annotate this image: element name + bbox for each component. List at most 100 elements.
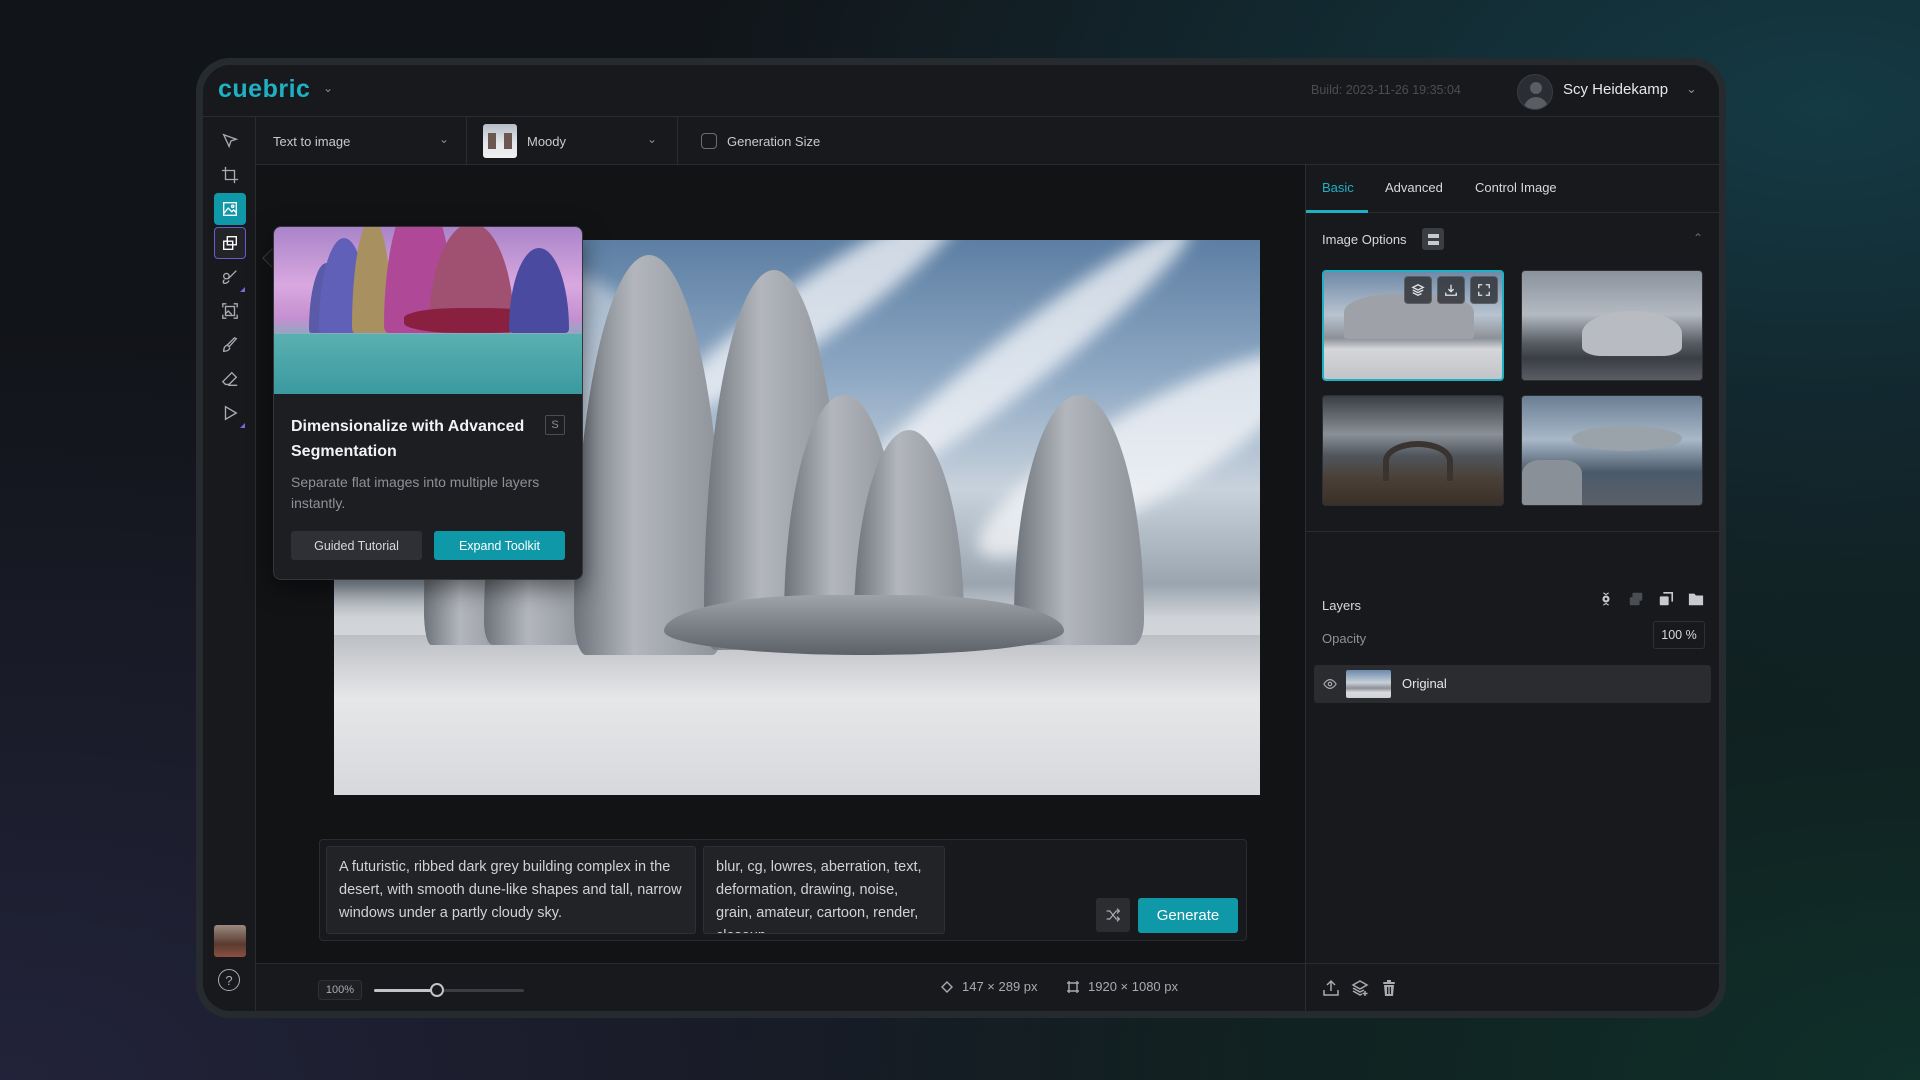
avatar[interactable] [1517,74,1553,110]
positive-prompt-input[interactable]: A futuristic, ribbed dark grey building … [326,846,696,934]
tool-select[interactable] [214,125,246,157]
zoom-slider[interactable] [374,983,524,997]
tool-inpaint[interactable] [214,261,246,293]
app-logo[interactable]: cuebric [218,75,310,104]
mode-dropdown[interactable]: Text to image ⌄ [256,117,467,165]
eye-icon[interactable] [1322,677,1338,691]
layer-name: Original [1402,676,1447,691]
tab-advanced[interactable]: Advanced [1385,180,1443,195]
zoom-level[interactable]: 100% [318,980,362,1000]
shortcut-key-badge: S [545,415,565,435]
gallery-image[interactable] [1521,395,1703,506]
chevron-down-icon: ⌄ [647,132,658,146]
gallery-actions [1404,276,1498,304]
opacity-label: Opacity [1322,631,1367,646]
popover-description: Separate flat images into multiple layer… [291,474,540,511]
project-thumbnail[interactable] [214,925,246,957]
add-layer-button[interactable] [1350,978,1370,998]
download-button[interactable] [1437,276,1465,304]
export-button[interactable] [1321,978,1341,998]
gallery-image[interactable] [1521,270,1703,381]
mode-value: Text to image [273,133,351,149]
popover-title: Dimensionalize with Advanced Segmentatio… [291,418,525,460]
generation-size-label: Generation Size [727,133,821,149]
add-to-layers-button[interactable] [1404,276,1432,304]
panel-footer [1306,963,1719,1011]
layer-isolate-button[interactable] [1597,590,1615,608]
style-thumbnail [483,124,517,158]
gallery-image[interactable] [1322,395,1504,506]
tool-rail: ? [203,117,256,1011]
layers-copy-icon [223,236,237,250]
trash-icon [1383,980,1395,996]
generation-size-checkbox[interactable] [701,133,717,149]
tool-generate-image[interactable] [214,193,246,225]
cursor-arrow-icon [222,133,239,149]
negative-prompt-input[interactable]: blur, cg, lowres, aberration, text, defo… [703,846,945,934]
layer-group-button[interactable] [1687,590,1705,608]
selection-diamond-icon [941,980,953,993]
image-generate-icon [223,202,237,216]
delete-layer-button[interactable] [1379,978,1399,998]
image-options-title: Image Options [1322,232,1407,247]
artboard-icon [1067,980,1079,993]
layers-add-icon [1411,284,1425,296]
tool-outpaint[interactable] [214,295,246,327]
list-view-toggle[interactable] [1422,228,1444,250]
opacity-input[interactable]: 100 % [1653,621,1705,649]
build-info: Build: 2023-11-26 19:35:04 [1311,83,1461,97]
tool-segmentation[interactable] [214,227,246,259]
expand-toolkit-button[interactable]: Expand Toolkit [434,531,565,560]
eraser-icon [221,371,238,386]
layer-actions [1597,590,1705,608]
active-tab-indicator [1306,210,1368,213]
canvas-size: 1920 × 1080 px [1066,979,1178,994]
layer-thumbnail [1346,670,1391,698]
header: cuebric ⌄ Build: 2023-11-26 19:35:04 Scy… [203,65,1719,117]
chevron-down-icon[interactable]: ⌄ [1686,81,1697,97]
generation-size-toggle[interactable]: Generation Size [678,117,820,165]
folder-icon [1688,593,1704,606]
canvas-size-value: 1920 × 1080 px [1088,979,1178,994]
segmentation-popover: Dimensionalize with Advanced Segmentatio… [273,226,583,580]
fullscreen-button[interactable] [1470,276,1498,304]
selection-size-value: 147 × 289 px [962,979,1038,994]
tab-basic[interactable]: Basic [1322,180,1354,195]
gallery-image[interactable] [1322,270,1504,381]
duplicate-icon [1659,591,1674,606]
status-bar: 100% 147 × 289 px 1920 × 1080 px [256,963,1305,1011]
tool-brush[interactable] [214,329,246,361]
zoom-slider-handle[interactable] [430,983,444,997]
chevron-down-icon[interactable]: ⌄ [323,81,333,95]
tool-crop[interactable] [214,159,246,191]
selection-size: 147 × 289 px [940,979,1038,994]
generate-button[interactable]: Generate [1138,898,1238,933]
canvas-area[interactable]: Dimensionalize with Advanced Segmentatio… [256,165,1305,963]
layers-title: Layers [1322,598,1362,613]
shuffle-button[interactable] [1096,898,1130,932]
help-icon[interactable]: ? [218,969,240,991]
submenu-indicator [240,423,245,428]
guided-tutorial-button[interactable]: Guided Tutorial [291,531,422,560]
layer-merge-button[interactable] [1627,590,1645,608]
layers-add-icon [1351,980,1369,996]
chevron-down-icon: ⌄ [439,132,450,146]
right-panel: Basic Advanced Control Image Image Optio… [1305,165,1719,1011]
brush-icon [223,336,238,352]
upload-icon [1323,979,1339,996]
isolate-icon [1602,592,1610,606]
image-frame-icon [222,303,238,319]
tool-eraser[interactable] [214,363,246,395]
tool-play[interactable] [214,397,246,429]
desert-ground [334,635,1260,795]
style-dropdown[interactable]: Moody ⌄ [467,117,678,165]
section-divider [1306,531,1719,532]
download-icon [1445,284,1457,296]
user-name[interactable]: Scy Heidekamp [1563,81,1668,98]
tab-control-image[interactable]: Control Image [1475,180,1557,195]
layer-item[interactable]: Original [1314,665,1711,703]
layer-duplicate-button[interactable] [1657,590,1675,608]
chevron-up-icon[interactable]: ⌃ [1693,231,1703,245]
zoom-slider-fill [374,989,437,992]
expand-icon [1478,284,1490,296]
